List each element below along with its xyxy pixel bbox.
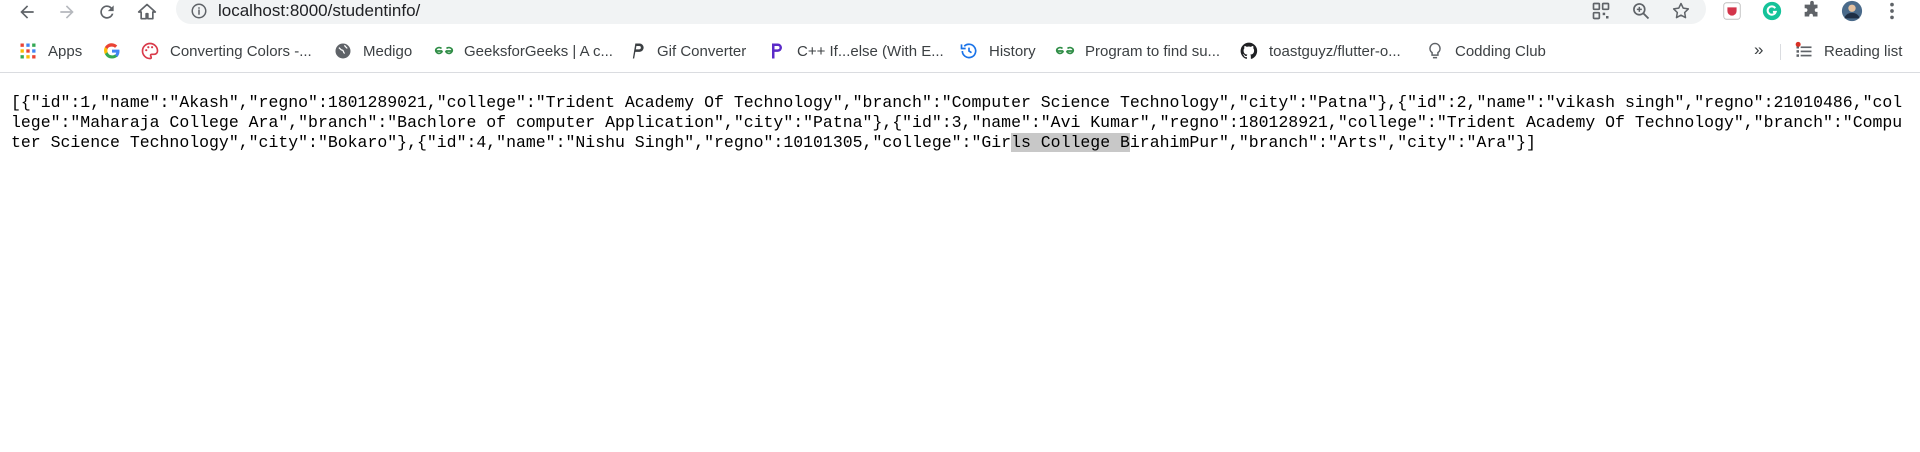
bookmark-label: Medigo: [363, 42, 413, 60]
bookmark-label: History: [989, 42, 1036, 60]
bookmark-toastguyz[interactable]: toastguyz/flutter-o...: [1239, 40, 1401, 62]
star-icon[interactable]: [1671, 1, 1693, 21]
info-icon[interactable]: [190, 2, 208, 20]
apps-grid-icon: [18, 41, 38, 61]
palette-icon: [140, 41, 160, 61]
gfg-icon: [434, 41, 454, 61]
bookmarks-divider: [1780, 44, 1781, 60]
bookmark-gif-converter[interactable]: Gif Converter: [627, 40, 746, 62]
bookmark-cpp-ifelse[interactable]: C++ If...else (With E...: [767, 40, 944, 62]
bookmarks-bar: Apps Converting Colors -... Medigo Geeks…: [0, 30, 1920, 73]
reading-list-button[interactable]: Reading list: [1794, 40, 1902, 62]
address-bar[interactable]: localhost:8000/studentinfo/: [176, 0, 1706, 24]
history-icon: [959, 41, 979, 61]
json-response-text: [{"id":1,"name":"Akash","regno":18012890…: [11, 93, 1906, 153]
puzzle-icon[interactable]: [1799, 0, 1825, 22]
programiz-icon: [767, 41, 787, 61]
github-icon: [1239, 41, 1259, 61]
google-icon: [102, 41, 122, 61]
bookmark-label: GeeksforGeeks | A c...: [464, 42, 613, 60]
bookmark-google[interactable]: [102, 40, 132, 62]
avatar[interactable]: [1839, 0, 1865, 22]
bookmark-geeksforgeeks[interactable]: GeeksforGeeks | A c...: [434, 40, 613, 62]
grammarly-icon[interactable]: [1759, 0, 1785, 22]
json-text-end: irahimPur","branch":"Arts","city":"Ara"}…: [1129, 133, 1536, 152]
bulb-icon: [1425, 41, 1445, 61]
qr-code-icon[interactable]: [1591, 1, 1613, 21]
url-text[interactable]: localhost:8000/studentinfo/: [218, 1, 420, 21]
bookmark-label: Apps: [48, 42, 83, 60]
kebab-menu-icon[interactable]: [1879, 0, 1905, 22]
text-selection: ls College B: [1011, 133, 1130, 152]
back-arrow-icon[interactable]: [12, 0, 42, 23]
bookmark-apps[interactable]: Apps: [18, 40, 82, 62]
gfg-icon: [1055, 41, 1075, 61]
reading-list-label: Reading list: [1824, 42, 1903, 60]
bookmark-label: C++ If...else (With E...: [797, 42, 944, 60]
bookmark-converting-colors[interactable]: Converting Colors -...: [140, 40, 312, 62]
bookmark-label: Gif Converter: [657, 42, 747, 60]
bookmark-label: Converting Colors -...: [170, 42, 312, 60]
bookmark-label: Program to find su...: [1085, 42, 1221, 60]
globe-icon: [333, 41, 353, 61]
reload-icon[interactable]: [92, 0, 122, 23]
json-text-start: [{"id":1,"name":"Akash","regno":18012890…: [11, 93, 1903, 152]
pocket-extension-icon[interactable]: [1719, 0, 1745, 22]
bookmark-label: Codding Club: [1455, 42, 1546, 60]
bookmarks-overflow-button[interactable]: »: [1754, 40, 1763, 60]
home-icon[interactable]: [132, 0, 162, 23]
bookmark-medigo[interactable]: Medigo: [333, 40, 412, 62]
zoom-icon[interactable]: [1631, 1, 1653, 21]
bookmark-history[interactable]: History: [959, 40, 1036, 62]
bookmark-program-to-find[interactable]: Program to find su...: [1055, 40, 1220, 62]
bookmark-label: toastguyz/flutter-o...: [1269, 42, 1401, 60]
forward-arrow-icon[interactable]: [52, 0, 82, 23]
browser-toolbar: localhost:8000/studentinfo/: [0, 0, 1920, 24]
p-logo-icon: [627, 41, 647, 61]
reading-list-icon: [1794, 41, 1814, 61]
bookmark-codding-club[interactable]: Codding Club: [1425, 40, 1546, 62]
